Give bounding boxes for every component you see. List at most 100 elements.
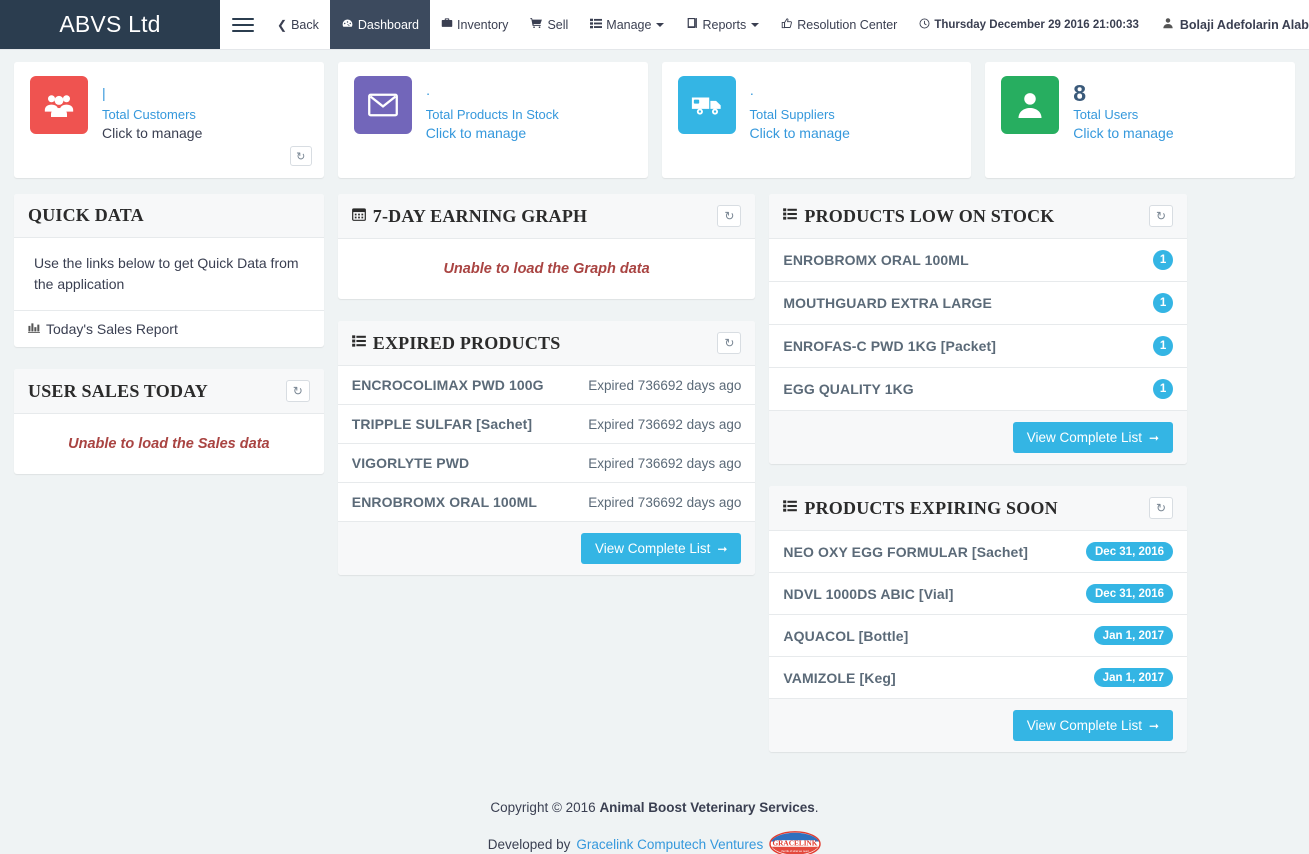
quick-data-header: Quick Data xyxy=(14,194,324,238)
refresh-icon[interactable]: ↻ xyxy=(285,380,310,402)
nav-item-inventory-label: Inventory xyxy=(457,17,509,32)
view-complete-list-button-low-stock[interactable]: View Complete List ➞ xyxy=(1012,422,1174,453)
nav-item-manage[interactable]: Manage xyxy=(579,0,675,49)
user-sales-today-body: Unable to load the Sales data xyxy=(14,414,324,474)
status-badge: Jan 1, 2017 xyxy=(1093,626,1174,645)
expired-products-panel: Expired Products ↻ ENCROCOLIMAX PWD 100G… xyxy=(337,321,756,575)
table-row[interactable]: VIGORLYTE PWD Expired 736692 days ago xyxy=(337,444,756,483)
refresh-icon[interactable]: ↻ xyxy=(1149,497,1174,519)
stat-card-total-users-wrap: 8 Total Users Click to manage xyxy=(978,62,1302,178)
status-badge: 1 xyxy=(1153,250,1174,270)
expiring-soon-list: NEO OXY EGG FORMULAR [Sachet] Dec 31, 20… xyxy=(769,531,1188,699)
table-row[interactable]: ENROBROMX ORAL 100ML Expired 736692 days… xyxy=(337,483,756,522)
stat-sub-total-users: Click to manage xyxy=(1073,125,1174,141)
nav-item-dashboard-label: Dashboard xyxy=(357,17,420,32)
dashboard-icon xyxy=(341,17,354,33)
low-stock-title: Products Low On Stock xyxy=(804,205,1055,226)
stat-value-total-suppliers: · xyxy=(749,85,755,101)
status-badge: Jan 1, 2017 xyxy=(1093,668,1174,687)
user-menu-button[interactable]: Bolaji Adefolarin Alaba xyxy=(1150,0,1309,49)
list-icon xyxy=(783,499,798,517)
table-row[interactable]: AQUACOL [Bottle] Jan 1, 2017 xyxy=(769,615,1188,657)
nav-item-dashboard[interactable]: Dashboard xyxy=(329,0,431,49)
view-complete-list-button-expired[interactable]: View Complete List ➞ xyxy=(581,533,742,564)
product-name: ENROFAS-C PWD 1KG [Packet] xyxy=(783,338,997,354)
refresh-icon[interactable]: ↻ xyxy=(717,332,742,354)
quick-data-text: Use the links below to get Quick Data fr… xyxy=(34,255,299,292)
user-menu-label: Bolaji Adefolarin Alaba xyxy=(1179,17,1309,32)
earning-graph-title-wrap: 7-Day Earning Graph xyxy=(351,206,587,227)
stat-card-total-customers[interactable]: | Total Customers Click to manage ↻ xyxy=(14,62,324,178)
arrow-right-icon: ➞ xyxy=(1149,718,1160,733)
expiring-soon-footer: View Complete List ➞ xyxy=(769,699,1188,752)
sidebar-toggle-button[interactable] xyxy=(220,0,266,49)
arrow-left-icon: ❮ xyxy=(277,17,288,32)
refresh-icon[interactable]: ↻ xyxy=(289,146,312,166)
stat-card-body: · Total Suppliers Click to manage xyxy=(750,76,850,143)
nav-item-sell-label: Sell xyxy=(547,17,569,32)
quick-data-link-label: Today's Sales Report xyxy=(46,321,178,337)
quick-data-link-todays-sales-report[interactable]: Today's Sales Report xyxy=(14,310,324,347)
quick-data-panel: Quick Data Use the links below to get Qu… xyxy=(14,194,324,347)
list-icon xyxy=(783,207,798,225)
bar-chart-icon xyxy=(28,322,40,336)
thumbs-up-icon xyxy=(781,17,793,32)
list-icon xyxy=(351,334,366,352)
table-row[interactable]: EGG QUALITY 1KG 1 xyxy=(769,368,1188,411)
nav-item-back[interactable]: ❮ Back xyxy=(266,0,330,49)
table-row[interactable]: ENROBROMX ORAL 100ML 1 xyxy=(769,239,1188,282)
stat-card-body: · Total Products In Stock Click to manag… xyxy=(426,76,559,143)
nav-item-resolution-center[interactable]: Resolution Center xyxy=(770,0,908,49)
gracelink-logo: GRACELINK the life of what we need xyxy=(769,831,821,854)
chevron-down-icon xyxy=(656,22,665,27)
stat-value-total-products: · xyxy=(425,85,431,101)
product-name: VAMIZOLE [Keg] xyxy=(783,669,896,686)
right-column: Products Low On Stock ↻ ENROBROMX ORAL 1… xyxy=(762,194,1194,774)
nav-item-sell[interactable]: Sell xyxy=(519,0,579,49)
table-row[interactable]: NDVL 1000DS ABIC [Vial] Dec 31, 2016 xyxy=(769,573,1188,615)
table-row[interactable]: ENCROCOLIMAX PWD 100G Expired 736692 day… xyxy=(337,366,756,405)
product-name: ENCROCOLIMAX PWD 100G xyxy=(351,377,544,393)
stat-label-total-users: Total Users xyxy=(1073,107,1139,122)
stat-label-total-customers: Total Customers xyxy=(102,107,196,122)
developer-link[interactable]: Gracelink Computech Ventures xyxy=(576,837,763,852)
status-badge: Dec 31, 2016 xyxy=(1086,584,1174,603)
company-name: Animal Boost Veterinary Services xyxy=(599,800,815,815)
stat-card-total-suppliers[interactable]: · Total Suppliers Click to manage xyxy=(661,62,972,178)
expired-products-footer: View Complete List ➞ xyxy=(337,522,756,575)
stat-card-total-products-in-stock[interactable]: · Total Products In Stock Click to manag… xyxy=(337,62,648,178)
refresh-icon[interactable]: ↻ xyxy=(717,205,742,227)
table-row[interactable]: MOUTHGUARD EXTRA LARGE 1 xyxy=(769,282,1188,325)
table-row[interactable]: ENROFAS-C PWD 1KG [Packet] 1 xyxy=(769,325,1188,368)
product-name: MOUTHGUARD EXTRA LARGE xyxy=(783,295,992,311)
page-content: | Total Customers Click to manage ↻ · To… xyxy=(0,50,1309,854)
table-row[interactable]: VAMIZOLE [Keg] Jan 1, 2017 xyxy=(769,657,1188,699)
stat-value-total-customers: | xyxy=(102,85,106,101)
copyright-line: Copyright © 2016 Animal Boost Veterinary… xyxy=(14,800,1295,815)
middle-column: 7-Day Earning Graph ↻ Unable to load the… xyxy=(331,194,763,774)
expired-products-title-wrap: Expired Products xyxy=(351,333,561,354)
expiring-soon-title-wrap: Products Expiring Soon xyxy=(783,497,1058,519)
user-sales-today-title: User Sales Today xyxy=(28,380,208,401)
earning-graph-error-message: Unable to load the Graph data xyxy=(443,261,650,277)
nav-item-inventory[interactable]: Inventory xyxy=(430,0,519,49)
refresh-icon[interactable]: ↻ xyxy=(1149,205,1174,227)
expiring-soon-title: Products Expiring Soon xyxy=(804,497,1058,518)
expiring-soon-panel: Products Expiring Soon ↻ NEO OXY EGG FOR… xyxy=(769,486,1188,752)
developed-by-prefix: Developed by xyxy=(487,836,571,852)
nav-left-group: ❮ Back Dashboard Inventory Sell Manage R… xyxy=(220,0,1150,49)
stat-card-total-users[interactable]: 8 Total Users Click to manage xyxy=(985,62,1295,178)
status-badge: 1 xyxy=(1153,293,1174,313)
status-badge: Dec 31, 2016 xyxy=(1086,542,1174,561)
nav-item-reports[interactable]: Reports xyxy=(675,0,770,49)
table-row[interactable]: TRIPPLE SULFAR [Sachet] Expired 736692 d… xyxy=(337,405,756,444)
table-row[interactable]: NEO OXY EGG FORMULAR [Sachet] Dec 31, 20… xyxy=(769,531,1188,573)
stat-sub-total-products: Click to manage xyxy=(425,125,527,141)
nav-item-back-label: Back xyxy=(291,17,319,32)
product-name: NDVL 1000DS ABIC [Vial] xyxy=(783,585,954,602)
brand-logo[interactable]: ABVS Ltd xyxy=(0,0,220,49)
product-name: ENROBROMX ORAL 100ML xyxy=(783,252,969,268)
chevron-down-icon xyxy=(751,22,760,27)
product-name: ENROBROMX ORAL 100ML xyxy=(351,494,538,510)
view-complete-list-button-expiring[interactable]: View Complete List ➞ xyxy=(1012,710,1174,741)
